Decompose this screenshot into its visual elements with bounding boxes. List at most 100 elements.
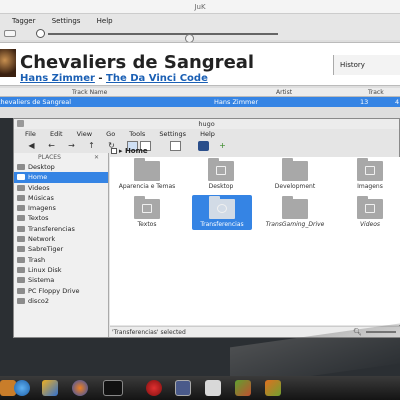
folder-videos[interactable]: Videos (340, 196, 400, 228)
folder-transferencias[interactable]: Transferencias (192, 195, 252, 230)
place-label: SabreTiger (28, 245, 64, 254)
breadcrumb-home[interactable]: Home (125, 147, 148, 155)
col-track-name[interactable]: Track Name (72, 89, 107, 96)
disk-icon (17, 277, 25, 284)
rocket-icon[interactable] (42, 380, 58, 396)
place-transferencias[interactable]: Transferencias (14, 224, 108, 234)
place-label: Home (28, 173, 48, 182)
subtitle-separator: - (98, 73, 103, 84)
place-home[interactable]: Home (14, 172, 108, 183)
fm-toolbar: ◀ ← → ↑ ↻ + (14, 139, 399, 153)
app-icon[interactable] (17, 120, 24, 127)
root-icon[interactable] (111, 148, 117, 154)
col-track[interactable]: Track (368, 89, 384, 96)
game-icon[interactable] (265, 380, 281, 396)
menu-help[interactable]: Help (200, 130, 215, 138)
new-folder-icon[interactable]: + (217, 141, 228, 151)
file-manager-window: hugo File Edit View Go Tools Settings He… (13, 118, 400, 338)
screenshot-icon[interactable] (205, 380, 221, 396)
menu-help[interactable]: Help (97, 17, 113, 25)
download-folder-icon (17, 225, 25, 232)
place-textos[interactable]: Textos (14, 213, 108, 223)
place-label: Linux Disk (28, 265, 62, 274)
folder-icon (282, 196, 308, 219)
folder-label: Imagens (357, 183, 383, 190)
menu-go[interactable]: Go (106, 130, 115, 138)
disk-icon (17, 266, 25, 273)
place-imagens[interactable]: Imagens (14, 203, 108, 213)
row-track-name: Chevaliers de Sangreal (0, 98, 72, 106)
folder-imagens[interactable]: Imagens (340, 158, 400, 190)
menu-file[interactable]: File (25, 130, 36, 138)
place-trash[interactable]: Trash (14, 255, 108, 265)
folder-development[interactable]: Development (265, 158, 325, 190)
juk-menubar: Tagger Settings Help (0, 14, 400, 28)
album-link[interactable]: The Da Vinci Code (106, 73, 208, 84)
menu-settings[interactable]: Settings (159, 130, 186, 138)
now-playing-subtitle: Hans Zimmer - The Da Vinci Code (20, 73, 208, 84)
place-network[interactable]: Network (14, 234, 108, 244)
volume-icon[interactable] (36, 29, 45, 38)
forward-icon[interactable]: → (66, 141, 77, 151)
music-folder-icon (17, 194, 25, 201)
taskbar (0, 376, 400, 400)
drive-icon (17, 246, 25, 253)
opera-icon[interactable] (146, 380, 162, 396)
folder-aparencia-e-temas[interactable]: Aparencia e Temas (117, 158, 177, 190)
arrow-left-icon[interactable]: ← (46, 141, 57, 151)
juk-titlebar: JuK (0, 0, 400, 14)
folder-textos[interactable]: Textos (117, 196, 177, 228)
menu-tagger[interactable]: Tagger (12, 17, 35, 25)
desktop-icon (17, 164, 25, 170)
disk-icon (17, 297, 25, 304)
artist-link[interactable]: Hans Zimmer (20, 73, 95, 84)
place-label: Transferencias (28, 224, 75, 233)
folder-desktop[interactable]: Desktop (191, 158, 251, 190)
place-label: disco2 (28, 296, 50, 305)
place-videos[interactable]: Videos (14, 183, 108, 193)
place-label: Sistema (28, 276, 55, 285)
folder-icon (208, 158, 234, 181)
home-icon (17, 174, 25, 181)
place-desktop[interactable]: Desktop (14, 162, 108, 172)
columns-view-icon[interactable] (170, 141, 181, 151)
text-folder-icon (17, 215, 25, 222)
terminal-icon[interactable] (103, 380, 123, 396)
place-label: Desktop (28, 163, 55, 171)
firefox-icon[interactable] (72, 380, 88, 396)
text-folder-icon (134, 196, 160, 219)
row-track-number: 13 (360, 98, 369, 106)
history-tab[interactable]: History (333, 55, 400, 75)
places-header: PLACES ✕ (14, 153, 108, 162)
terminal-icon[interactable] (198, 141, 209, 151)
playlist-row[interactable]: Chevaliers de Sangreal Hans Zimmer 13 4 (0, 97, 400, 107)
menu-settings[interactable]: Settings (52, 17, 81, 25)
folder-label: Aparencia e Temas (118, 183, 176, 190)
place-disco2[interactable]: disco2 (14, 296, 108, 306)
playlist-header: Track Name Artist Track (0, 88, 400, 97)
close-icon[interactable]: ✕ (94, 153, 99, 162)
place-linux-disk[interactable]: Linux Disk (14, 265, 108, 275)
place-musicas[interactable]: Músicas (14, 193, 108, 203)
tools-icon[interactable] (235, 380, 251, 396)
stop-button[interactable] (4, 30, 16, 37)
back-icon[interactable]: ◀ (26, 141, 37, 151)
menu-view[interactable]: View (77, 130, 92, 138)
track-position-slider[interactable] (48, 33, 278, 43)
tasks-icon[interactable] (175, 380, 191, 396)
menu-edit[interactable]: Edit (50, 130, 63, 138)
menu-tools[interactable]: Tools (129, 130, 145, 138)
place-sistema[interactable]: Sistema (14, 275, 108, 285)
breadcrumb: ▸ Home (111, 147, 148, 156)
folder-icon (282, 158, 308, 181)
folder-label: Transferencias (200, 221, 244, 228)
player-controls (0, 28, 400, 43)
col-artist[interactable]: Artist (276, 89, 292, 96)
video-folder-icon (357, 196, 383, 219)
up-icon[interactable]: ↑ (86, 141, 97, 151)
place-label: Textos (28, 214, 49, 223)
folder-transgaming-drive[interactable]: TransGaming_Drive (265, 196, 325, 228)
globe-icon[interactable] (14, 380, 30, 396)
place-sabretiger[interactable]: SabreTiger (14, 244, 108, 254)
place-floppy[interactable]: PC Floppy Drive (14, 286, 108, 296)
